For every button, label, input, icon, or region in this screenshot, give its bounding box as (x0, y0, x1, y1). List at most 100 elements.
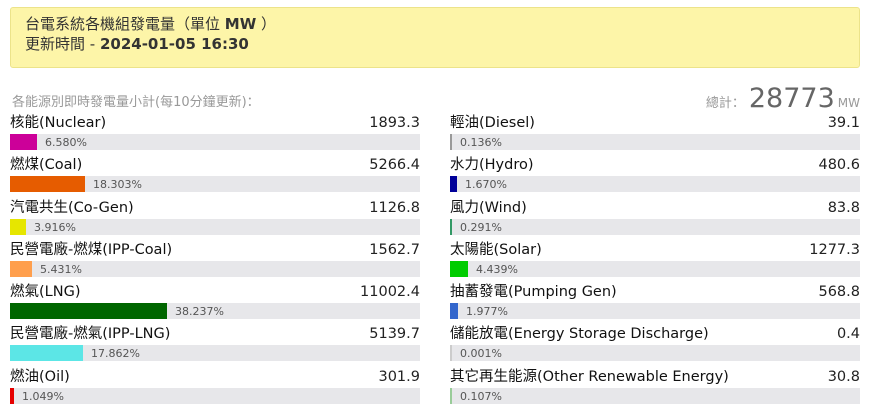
percent-bar-fill (450, 134, 452, 150)
energy-list-left: 核能(Nuclear) 1893.3 6.580% 燃煤(Coal) 5266.4 18.… (10, 114, 420, 410)
title-prefix: 台電系統各機組發電量（單位 (25, 15, 225, 33)
percent-bar-track: 0.291% (450, 218, 860, 235)
update-time: 更新時間 - 2024-01-05 16:30 (25, 34, 845, 54)
energy-name: 輕油(Diesel) (450, 115, 535, 131)
percent-label: 1.049% (22, 389, 64, 403)
total-unit: MW (837, 96, 860, 110)
energy-item: 燃煤(Coal) 5266.4 18.303% (10, 156, 420, 198)
energy-item-row: 儲能放電(Energy Storage Discharge) 0.4 (450, 325, 860, 344)
energy-item-row: 民營電廠-燃氣(IPP-LNG) 5139.7 (10, 325, 420, 344)
energy-name: 民營電廠-燃煤(IPP-Coal) (10, 241, 173, 258)
energy-item: 核能(Nuclear) 1893.3 6.580% (10, 114, 420, 156)
header-panel: 台電系統各機組發電量（單位 MW ） 更新時間 - 2024-01-05 16:… (10, 7, 860, 68)
percent-bar-track: 1.049% (10, 387, 420, 404)
energy-item: 民營電廠-燃氣(IPP-LNG) 5139.7 17.862% (10, 325, 420, 367)
energy-value: 1126.8 (369, 199, 420, 216)
energy-name: 燃煤(Coal) (10, 157, 83, 174)
energy-item: 太陽能(Solar) 1277.3 4.439% (450, 241, 860, 283)
energy-item: 燃氣(LNG) 11002.4 38.237% (10, 283, 420, 325)
percent-label: 0.136% (460, 136, 502, 149)
energy-value: 5266.4 (369, 157, 420, 174)
energy-item: 輕油(Diesel) 39.1 0.136% (450, 114, 860, 156)
percent-bar-fill (450, 218, 452, 235)
percent-label: 0.107% (460, 389, 502, 403)
energy-item-row: 太陽能(Solar) 1277.3 (450, 241, 860, 260)
energy-value: 480.6 (818, 157, 860, 174)
energy-item-row: 輕油(Diesel) 39.1 (450, 114, 860, 133)
energy-item-row: 燃煤(Coal) 5266.4 (10, 156, 420, 175)
percent-bar-track: 1.977% (450, 303, 860, 320)
energy-value: 0.4 (836, 326, 860, 343)
percent-label: 1.977% (466, 305, 508, 319)
energy-item-row: 抽蓄發電(Pumping Gen) 568.8 (450, 283, 860, 302)
percent-label: 1.670% (465, 178, 507, 192)
percent-bar-fill (450, 387, 452, 404)
energy-item-row: 燃氣(LNG) 11002.4 (10, 283, 420, 302)
percent-bar-track: 3.916% (10, 218, 420, 235)
energy-name: 其它再生能源(Other Renewable Energy) (450, 368, 729, 385)
energy-item-row: 燃油(Oil) 301.9 (10, 368, 420, 387)
percent-label: 6.580% (45, 136, 87, 149)
percent-bar-fill (450, 176, 457, 193)
energy-value: 5139.7 (369, 326, 420, 343)
energy-item-row: 汽電共生(Co-Gen) 1126.8 (10, 199, 420, 218)
energy-value: 301.9 (378, 368, 420, 385)
energy-item: 風力(Wind) 83.8 0.291% (450, 199, 860, 241)
page-title: 台電系統各機組發電量（單位 MW ） (25, 15, 845, 34)
update-value: 2024-01-05 16:30 (99, 35, 249, 53)
subtitle: 各能源別即時發電量小計(每10分鐘更新)： (12, 95, 260, 110)
energy-value: 83.8 (827, 199, 860, 216)
energy-item-row: 水力(Hydro) 480.6 (450, 156, 860, 175)
energy-value: 568.8 (818, 284, 860, 301)
energy-name: 燃氣(LNG) (10, 284, 81, 301)
energy-name: 儲能放電(Energy Storage Discharge) (450, 326, 709, 343)
percent-bar-track: 5.431% (10, 260, 420, 277)
percent-bar-track: 1.670% (450, 176, 860, 193)
percent-bar-track: 0.107% (450, 387, 860, 404)
energy-name: 水力(Hydro) (450, 157, 534, 174)
energy-item-row: 民營電廠-燃煤(IPP-Coal) 1562.7 (10, 241, 420, 260)
energy-item: 抽蓄發電(Pumping Gen) 568.8 1.977% (450, 283, 860, 325)
update-label: 更新時間 - (25, 35, 100, 53)
energy-item: 儲能放電(Energy Storage Discharge) 0.4 0.001% (450, 325, 860, 367)
energy-list-right: 輕油(Diesel) 39.1 0.136% 水力(Hydro) 480.6 1.670%… (450, 114, 860, 410)
percent-bar-fill (450, 345, 452, 362)
percent-bar-fill (10, 134, 37, 150)
percent-bar-track: 0.001% (450, 345, 860, 362)
total-value: 28773 (748, 83, 835, 114)
energy-name: 太陽能(Solar) (450, 241, 542, 258)
energy-name: 燃油(Oil) (10, 368, 70, 385)
energy-value: 1893.3 (369, 115, 420, 131)
percent-bar-track: 6.580% (10, 134, 420, 150)
energy-item: 民營電廠-燃煤(IPP-Coal) 1562.7 5.431% (10, 241, 420, 283)
total-label: 總計： (705, 96, 745, 111)
percent-bar-track: 4.439% (450, 260, 860, 277)
title-unit: MW (224, 15, 257, 33)
percent-label: 38.237% (175, 305, 224, 319)
energy-item-row: 其它再生能源(Other Renewable Energy) 30.8 (450, 368, 860, 387)
energy-item: 燃油(Oil) 301.9 1.049% (10, 368, 420, 410)
percent-bar-fill (10, 345, 83, 362)
energy-name: 民營電廠-燃氣(IPP-LNG) (10, 326, 171, 343)
energy-value: 39.1 (827, 115, 860, 131)
percent-bar-fill (10, 303, 167, 320)
percent-label: 5.431% (40, 262, 82, 276)
energy-name: 風力(Wind) (450, 199, 527, 216)
percent-label: 3.916% (34, 220, 76, 234)
percent-bar-track: 18.303% (10, 176, 420, 193)
percent-label: 0.291% (460, 220, 502, 234)
energy-item: 汽電共生(Co-Gen) 1126.8 3.916% (10, 199, 420, 241)
total-summary: 總計： 28773 MW (706, 83, 860, 114)
percent-bar-track: 17.862% (10, 345, 420, 362)
percent-bar-fill (10, 260, 32, 277)
percent-bar-track: 0.136% (450, 134, 860, 150)
energy-value: 11002.4 (360, 284, 420, 301)
percent-label: 4.439% (476, 262, 518, 276)
energy-item-row: 核能(Nuclear) 1893.3 (10, 114, 420, 133)
percent-label: 17.862% (91, 347, 140, 361)
energy-item: 其它再生能源(Other Renewable Energy) 30.8 0.107% (450, 368, 860, 410)
percent-label: 18.303% (93, 178, 142, 192)
energy-value: 1277.3 (809, 241, 860, 258)
percent-bar-fill (10, 387, 14, 404)
energy-name: 汽電共生(Co-Gen) (10, 199, 134, 216)
